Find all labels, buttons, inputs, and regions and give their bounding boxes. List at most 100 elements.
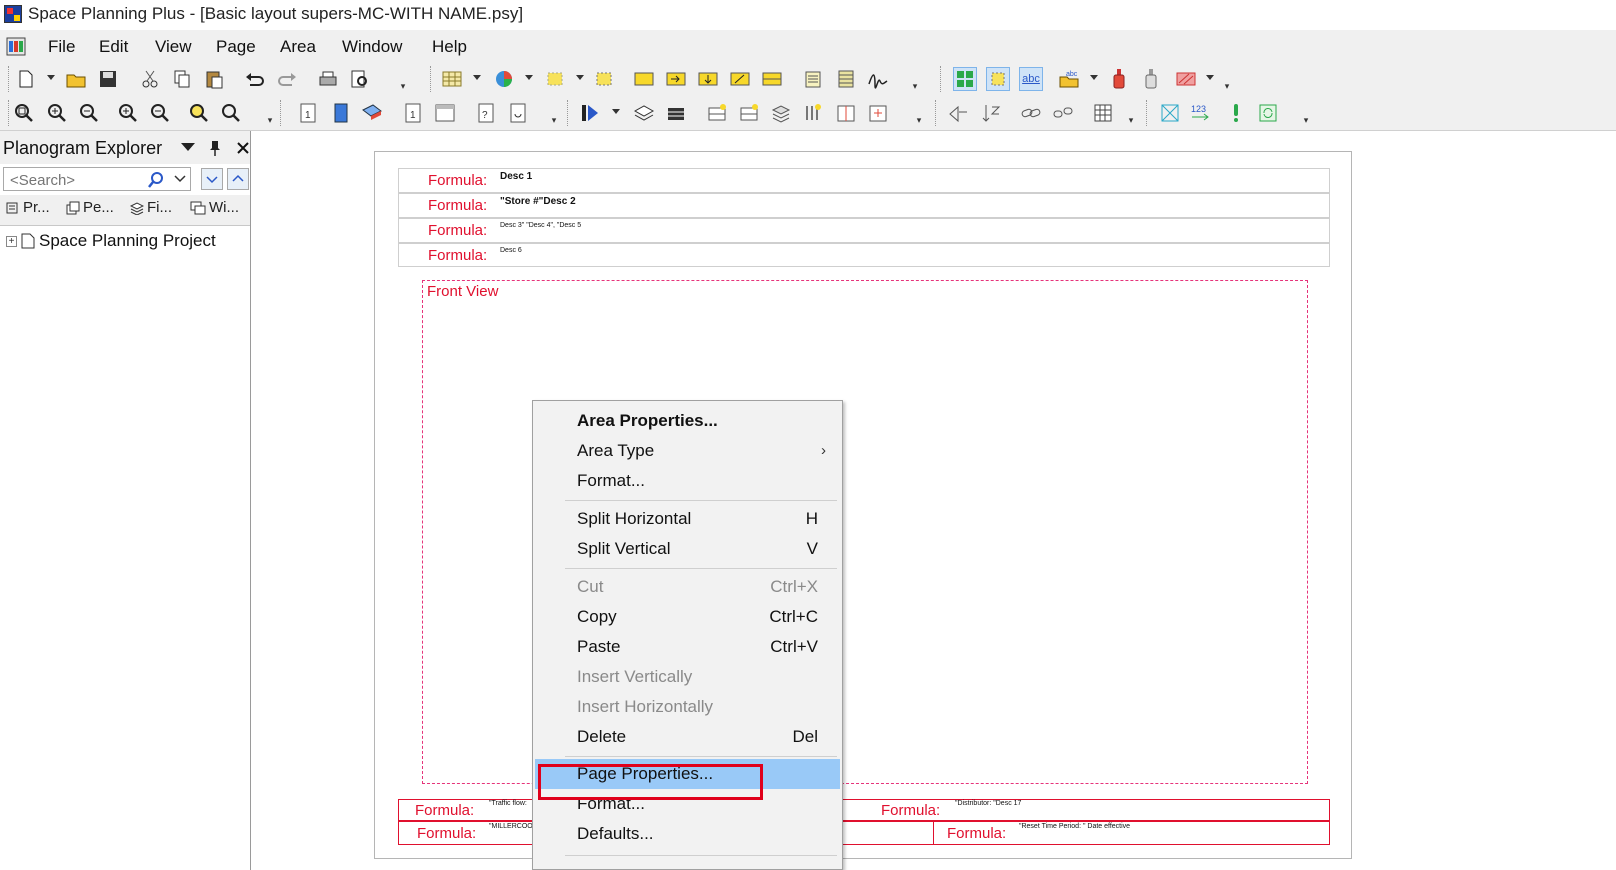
menu-item-delete[interactable]: Delete Del [535, 722, 840, 752]
tree-item-space-planning-project[interactable]: + Space Planning Project [6, 231, 216, 251]
mdi-window-icon[interactable] [4, 36, 30, 58]
label-folder-icon[interactable]: abc [1057, 67, 1081, 91]
zoom-selection-icon[interactable] [219, 101, 243, 125]
menu-item-area-type[interactable]: Area Type › [535, 436, 840, 466]
tab-windows[interactable]: Wi... [190, 199, 239, 216]
label-dropdown-icon[interactable] [1090, 75, 1098, 80]
select-dropdown-icon[interactable] [576, 75, 584, 80]
toolbar-grip[interactable] [280, 100, 284, 126]
tab-pages[interactable]: Pe... [66, 199, 114, 216]
print-preview-icon[interactable] [348, 67, 372, 91]
zoom-area-icon[interactable] [187, 101, 211, 125]
area-move-down-icon[interactable] [696, 67, 720, 91]
search-input[interactable] [8, 169, 142, 191]
unlink-icon[interactable] [1051, 101, 1075, 125]
menu-item-defaults[interactable]: Defaults... [535, 819, 840, 849]
expand-icon[interactable]: + [6, 235, 17, 247]
page-blue-icon[interactable] [328, 101, 352, 125]
alert-icon[interactable] [1224, 101, 1248, 125]
print-icon[interactable] [316, 67, 340, 91]
app-icon[interactable] [4, 5, 22, 23]
new-document-icon[interactable] [14, 67, 38, 91]
menu-item-insert-vertically[interactable]: Insert Vertically [535, 662, 840, 692]
stack-icon[interactable] [769, 101, 793, 125]
table-dropdown-icon[interactable] [473, 75, 481, 80]
toolbar-overflow-icon[interactable]: ▾ [914, 102, 924, 126]
menu-window[interactable]: Window [342, 37, 402, 57]
undo-icon[interactable] [243, 67, 267, 91]
fill-dropdown-icon[interactable] [1206, 75, 1214, 80]
toolbar-overflow-icon[interactable]: ▾ [398, 68, 408, 92]
toolbar-grip[interactable] [430, 66, 434, 92]
menu-item-area-format[interactable]: Format... [535, 466, 840, 496]
layers-icon[interactable] [632, 101, 656, 125]
header-formula-row[interactable]: Formula: "Store #"Desc 2 [398, 193, 1330, 218]
header-formula-row[interactable]: Formula: Desc 1 [398, 168, 1330, 193]
table-icon[interactable] [440, 67, 464, 91]
search-previous-button[interactable] [227, 168, 249, 190]
new-dropdown-icon[interactable] [47, 75, 55, 80]
area-split-icon[interactable] [760, 67, 784, 91]
peg-icon[interactable] [801, 101, 825, 125]
chart-dropdown-icon[interactable] [525, 75, 533, 80]
toolbar-overflow-icon[interactable]: ▾ [1126, 102, 1136, 126]
shelf-add-icon[interactable] [705, 101, 729, 125]
save-icon[interactable] [96, 67, 120, 91]
page-one-icon[interactable]: 1 [296, 101, 320, 125]
menu-file[interactable]: File [48, 37, 75, 57]
toolbar-overflow-icon[interactable]: ▾ [549, 102, 559, 126]
zoom-out-icon[interactable] [77, 101, 101, 125]
play-icon[interactable] [578, 101, 602, 125]
area-diagonal-icon[interactable] [728, 67, 752, 91]
tab-fixtures[interactable]: Fi... [130, 199, 172, 216]
product-bottle-red-icon[interactable] [1107, 67, 1131, 91]
panel-menu-dropdown-icon[interactable] [181, 143, 195, 151]
menu-item-cut[interactable]: Cut Ctrl+X [535, 572, 840, 602]
zoom-in-icon[interactable] [45, 101, 69, 125]
highlight-area-icon[interactable] [986, 67, 1010, 91]
pin-icon[interactable] [208, 139, 222, 157]
numbering-icon[interactable]: 123 [1190, 101, 1214, 125]
resize-area-icon[interactable] [592, 67, 616, 91]
zoom-fit-icon[interactable] [12, 101, 36, 125]
menu-item-split-horizontal[interactable]: Split Horizontal H [535, 504, 840, 534]
menu-help[interactable]: Help [432, 37, 467, 57]
area-move-right-icon[interactable] [664, 67, 688, 91]
toolbar-grip[interactable] [8, 66, 12, 92]
fixture-icon[interactable] [664, 101, 688, 125]
toolbar-grip[interactable] [940, 66, 944, 92]
close-panel-icon[interactable] [236, 141, 250, 155]
redo-icon[interactable] [275, 67, 299, 91]
page-number-icon[interactable]: 1 [401, 101, 425, 125]
select-area-icon[interactable] [543, 67, 567, 91]
cut-icon[interactable] [138, 67, 162, 91]
menu-view[interactable]: View [155, 37, 192, 57]
toolbar-overflow-icon[interactable]: ▾ [1222, 68, 1232, 92]
toolbar-overflow-icon[interactable]: ▾ [910, 68, 920, 92]
page-shape-icon[interactable] [360, 101, 384, 125]
toolbar-grip[interactable] [935, 100, 939, 126]
page-window-icon[interactable] [433, 101, 457, 125]
refresh-icon[interactable] [1256, 101, 1280, 125]
product-bottle-icon[interactable] [1139, 67, 1163, 91]
toolbar-overflow-icon[interactable]: ▾ [265, 102, 275, 126]
link-icon[interactable] [1019, 101, 1043, 125]
search-box[interactable] [3, 167, 191, 191]
play-dropdown-icon[interactable] [612, 109, 620, 114]
toolbar-grip[interactable] [1146, 100, 1150, 126]
zoom-in-horizontal-icon[interactable] [116, 101, 140, 125]
menu-item-insert-horizontally[interactable]: Insert Horizontally [535, 692, 840, 722]
flip-icon[interactable] [946, 101, 970, 125]
menu-area[interactable]: Area [280, 37, 316, 57]
toolbar-overflow-icon[interactable]: ▾ [1301, 102, 1311, 126]
text-label-icon[interactable]: abc [1019, 67, 1043, 91]
menu-item-split-vertical[interactable]: Split Vertical V [535, 534, 840, 564]
sort-icon[interactable] [979, 101, 1003, 125]
open-folder-icon[interactable] [64, 67, 88, 91]
shelf-star-icon[interactable] [737, 101, 761, 125]
page-refresh-icon[interactable] [506, 101, 530, 125]
page-help-icon[interactable]: ? [474, 101, 498, 125]
signature-icon[interactable] [866, 67, 890, 91]
menu-edit[interactable]: Edit [99, 37, 128, 57]
grid-view-icon[interactable] [953, 67, 977, 91]
